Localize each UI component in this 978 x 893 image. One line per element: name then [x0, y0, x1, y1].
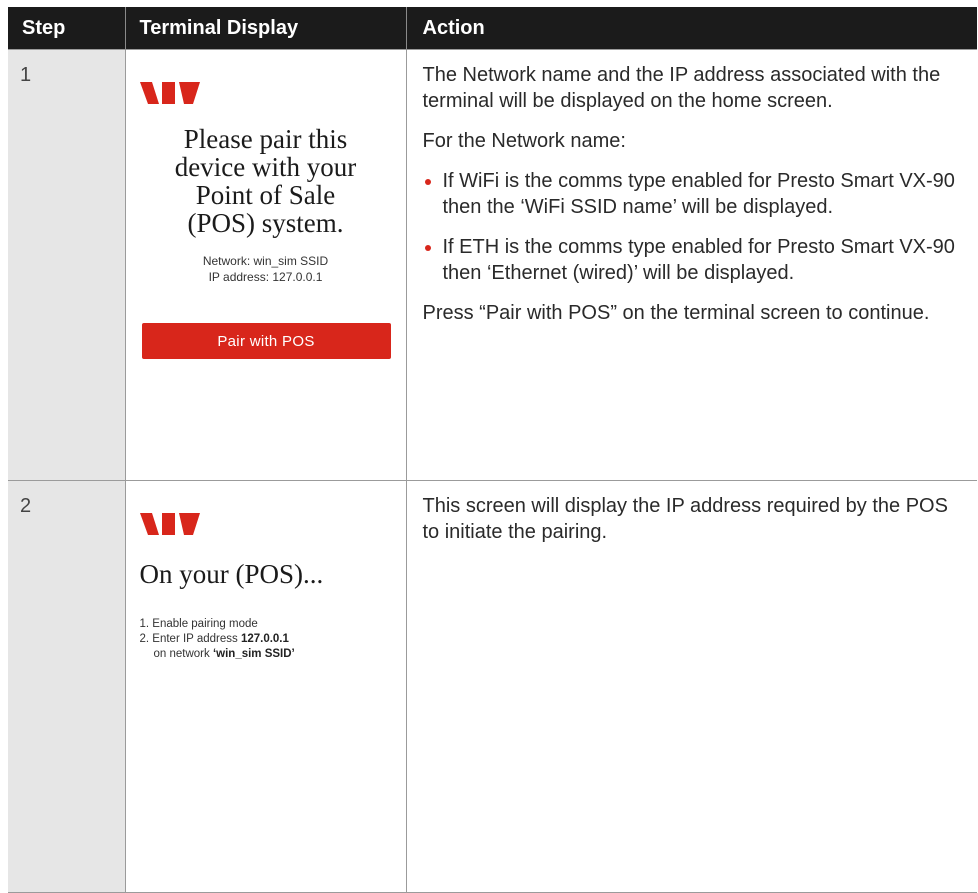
- pair-heading: Please pair this device with your Point …: [174, 124, 357, 238]
- step-number: 2: [8, 480, 126, 893]
- network-name: ‘win_sim SSID’: [212, 648, 295, 660]
- network-info: Network: win_sim SSID IP address: 127.0.…: [126, 253, 406, 285]
- network-name: Network: win_sim SSID: [202, 254, 329, 268]
- terminal-screen: Please pair this device with your Point …: [126, 50, 406, 480]
- list-item: If WiFi is the comms type enabled for Pr…: [423, 168, 964, 220]
- terminal-display-cell: Please pair this device with your Point …: [124, 49, 407, 481]
- action-text: This screen will display the IP address …: [422, 495, 948, 543]
- pos-step-2: 2. Enter IP address 127.0.0.1: [139, 633, 289, 645]
- ip-address: 127.0.0.1: [240, 633, 289, 645]
- action-subhead: For the Network name:: [422, 130, 626, 152]
- action-cell: The Network name and the IP address asso…: [405, 49, 977, 481]
- westpac-logo-icon: [139, 82, 200, 104]
- list-item: If ETH is the comms type enabled for Pre…: [423, 234, 964, 286]
- action-cell: This screen will display the IP address …: [405, 480, 977, 893]
- pair-with-pos-button[interactable]: Pair with POS: [141, 323, 391, 359]
- pos-step-2-network: on network ‘win_sim SSID’: [153, 648, 295, 660]
- instructions-table: Step Terminal Display Action 1 Please pa…: [8, 7, 977, 893]
- table-header-row: Step Terminal Display Action: [8, 7, 977, 50]
- pos-steps-list: 1. Enable pairing mode 2. Enter IP addre…: [140, 617, 295, 662]
- action-outro: Press “Pair with POS” on the terminal sc…: [422, 302, 930, 324]
- terminal-screen: On your (POS)... 1. Enable pairing mode …: [126, 481, 406, 892]
- terminal-display-cell: On your (POS)... 1. Enable pairing mode …: [124, 480, 407, 893]
- pos-step-1: 1. Enable pairing mode: [139, 618, 258, 630]
- action-intro: The Network name and the IP address asso…: [422, 64, 941, 112]
- ip-address: IP address: 127.0.0.1: [208, 270, 323, 284]
- table-row: 2 On your (POS)... 1. Enable pairing mod…: [8, 480, 977, 893]
- table-row: 1 Please pair this device with your Poin…: [8, 49, 977, 481]
- header-action: Action: [406, 7, 977, 50]
- step-number: 1: [8, 49, 126, 481]
- westpac-logo-icon: [139, 513, 200, 535]
- header-step: Step: [8, 7, 126, 50]
- header-terminal-display: Terminal Display: [125, 7, 407, 50]
- pos-heading: On your (POS)...: [139, 559, 324, 589]
- action-bullets: If WiFi is the comms type enabled for Pr…: [423, 168, 964, 286]
